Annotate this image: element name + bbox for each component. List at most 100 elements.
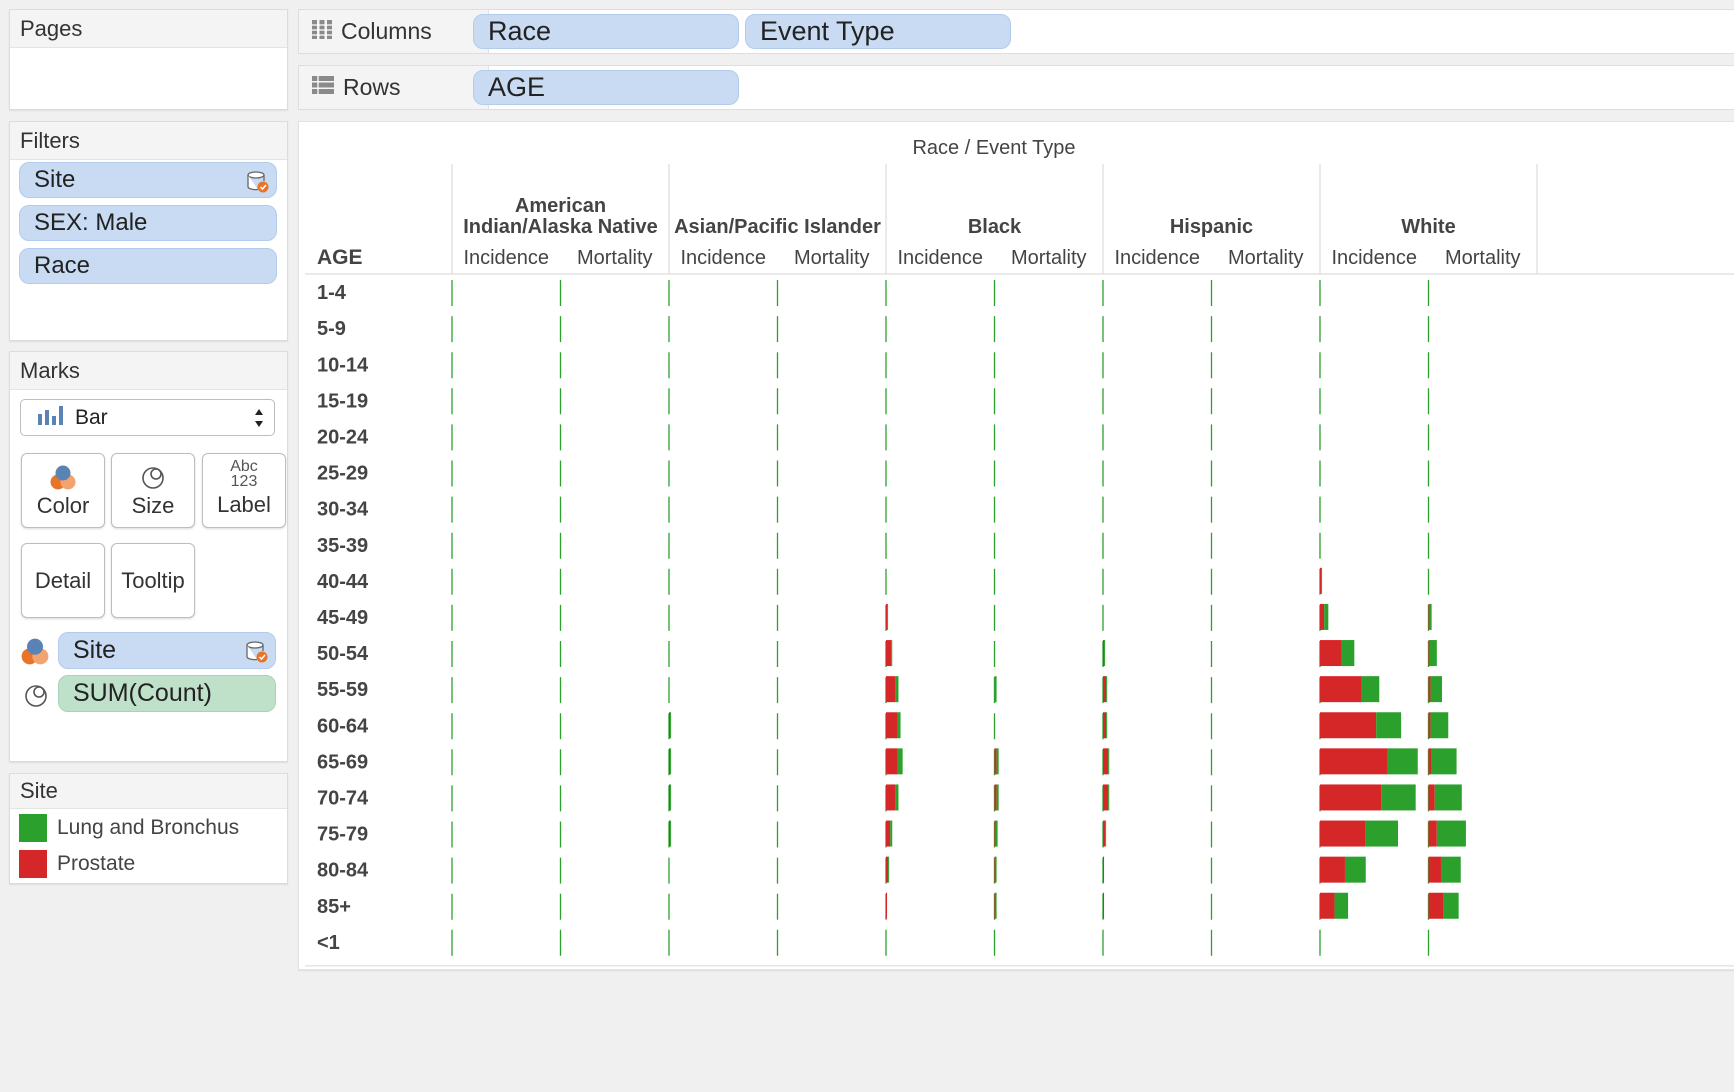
bar-lung-and-bronchus: [670, 712, 672, 739]
filter-pill-site[interactable]: Site: [19, 162, 277, 198]
race-header: Asian/Pacific Islander: [674, 216, 881, 238]
bar-lung-and-bronchus: [1440, 856, 1461, 883]
bar-lung-and-bronchus: [1434, 784, 1462, 811]
event-type-header: Mortality: [1011, 247, 1087, 269]
marks-field-label: Site: [73, 636, 117, 664]
age-label: 15-19: [317, 390, 368, 412]
bar-lung-and-bronchus: [1387, 748, 1418, 775]
size-button[interactable]: Size: [111, 453, 195, 528]
bar-lung-and-bronchus: [670, 820, 672, 847]
bar-lung-and-bronchus: [895, 676, 899, 703]
columns-shelf-label: Columns: [299, 10, 489, 53]
bar-prostate: [1103, 676, 1107, 703]
bar-prostate: [1428, 892, 1444, 919]
bar-lung-and-bronchus: [1443, 892, 1459, 919]
event-type-header: Incidence: [680, 247, 766, 269]
mark-type-dropdown[interactable]: Bar: [20, 399, 275, 436]
marks-field-site[interactable]: Site: [58, 632, 276, 669]
columns-pill-label: Event Type: [760, 16, 895, 46]
bar-prostate: [1320, 820, 1366, 847]
color-button[interactable]: Color: [21, 453, 105, 528]
bar-prostate: [1103, 640, 1105, 667]
columns-pill-event-type[interactable]: Event Type: [745, 14, 1011, 49]
pages-title: Pages: [10, 10, 287, 48]
bar-lung-and-bronchus: [1344, 856, 1366, 883]
filter-pill-race[interactable]: Race: [19, 248, 277, 284]
datasource-icon: [246, 170, 270, 201]
filter-pill-sex[interactable]: SEX: Male: [19, 205, 277, 241]
bar-prostate: [1428, 676, 1431, 703]
bar-lung-and-bronchus: [1430, 712, 1449, 739]
bar-prostate: [994, 892, 996, 919]
columns-pill-race[interactable]: Race: [473, 14, 739, 49]
age-label: 50-54: [317, 643, 369, 665]
mark-type-value: Bar: [75, 405, 108, 429]
bar-lung-and-bronchus: [1436, 820, 1466, 847]
bar-prostate: [994, 820, 996, 847]
legend-item-label: Prostate: [57, 852, 136, 875]
bar-lung-and-bronchus: [995, 892, 997, 919]
bar-lung-and-bronchus: [890, 820, 893, 847]
bar-prostate: [1103, 712, 1107, 739]
filter-pill-label: Race: [34, 252, 91, 279]
bar-lung-and-bronchus: [895, 784, 899, 811]
event-type-header: Incidence: [897, 247, 983, 269]
age-label: 1-4: [317, 282, 347, 304]
bar-lung-and-bronchus: [891, 640, 893, 667]
rows-pill-age[interactable]: AGE: [473, 70, 739, 105]
marks-field-sum-count[interactable]: SUM(Count): [58, 675, 276, 712]
bar-lung-and-bronchus: [996, 748, 999, 775]
size-button-label: Size: [131, 493, 175, 518]
datasource-icon: [245, 640, 269, 671]
age-label: 5-9: [317, 318, 346, 340]
tooltip-button[interactable]: Tooltip: [111, 543, 195, 618]
bar-prostate: [994, 748, 997, 775]
filter-pill-label: Site: [34, 166, 76, 193]
bar-lung-and-bronchus: [1106, 676, 1108, 703]
race-header: American: [515, 195, 606, 217]
bar-lung-and-bronchus: [1108, 784, 1110, 811]
bar-prostate: [886, 856, 889, 883]
bar-lung-and-bronchus: [995, 856, 997, 883]
legend-item[interactable]: Lung and Bronchus: [19, 814, 239, 842]
color-icon: [20, 636, 50, 671]
bar-prostate: [1428, 712, 1431, 739]
bar-prostate: [1428, 820, 1437, 847]
bar-prostate: [669, 748, 671, 775]
bar-prostate: [1320, 603, 1325, 630]
bar-prostate: [1103, 856, 1105, 883]
age-label: 85+: [317, 896, 351, 918]
label-button-label: Label: [217, 492, 271, 517]
bar-prostate: [1428, 640, 1430, 667]
color-button-label: Color: [36, 493, 90, 518]
columns-pill-label: Race: [488, 16, 552, 46]
race-header: Hispanic: [1170, 216, 1253, 238]
bar-lung-and-bronchus: [996, 784, 999, 811]
label-icon-123: 123: [230, 473, 258, 490]
bar-lung-and-bronchus: [1381, 784, 1416, 811]
chart-svg: Race / Event Type AGE AmericanIndian/Alask…: [305, 137, 1734, 967]
bar-prostate: [1320, 712, 1377, 739]
legend-item[interactable]: Prostate: [19, 850, 135, 878]
bar-lung-and-bronchus: [1429, 640, 1437, 667]
columns-shelf[interactable]: Columns Race Event Type: [298, 9, 1734, 54]
label-button[interactable]: Abc 123 Label: [202, 453, 286, 528]
rows-label: Rows: [343, 74, 401, 100]
tooltip-button-label: Tooltip: [121, 568, 185, 593]
rows-shelf[interactable]: Rows AGE: [298, 65, 1734, 110]
label-icon: Abc 123: [203, 459, 285, 490]
bar-prostate: [886, 784, 896, 811]
bar-prostate: [1428, 784, 1435, 811]
age-label: <1: [317, 932, 340, 954]
bar-prostate: [1428, 748, 1432, 775]
bar-prostate: [1103, 820, 1106, 847]
bar-lung-and-bronchus: [1106, 712, 1108, 739]
age-label: 75-79: [317, 824, 368, 846]
detail-button[interactable]: Detail: [21, 543, 105, 618]
bar-lung-and-bronchus: [1324, 603, 1329, 630]
age-label: 35-39: [317, 535, 368, 557]
rows-shelf-label: Rows: [299, 66, 489, 109]
bar-prostate: [1320, 748, 1388, 775]
bar-prostate: [1320, 676, 1362, 703]
bar-prostate: [1320, 640, 1342, 667]
